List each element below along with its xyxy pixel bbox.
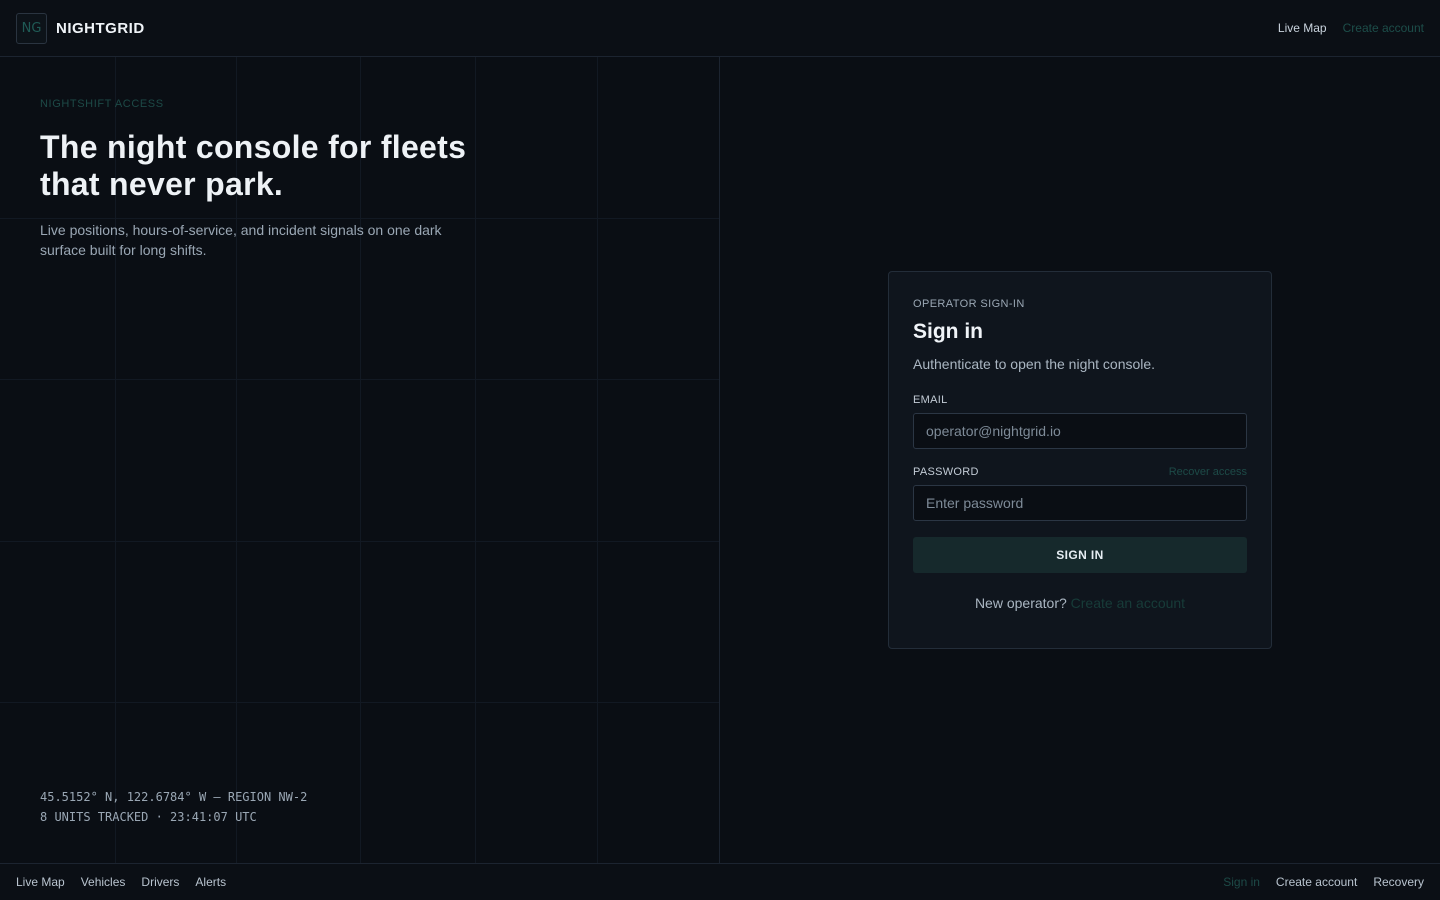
signin-title: Sign in [913,320,983,343]
top-bar: NG NIGHTGRID Live Map Create account [0,0,1440,57]
footer-bar: Live Map Vehicles Drivers Alerts Sign in… [0,863,1440,900]
password-group: PASSWORD Recover access [913,466,1247,521]
brand-name: NIGHTGRID [56,19,145,37]
password-input[interactable] [913,485,1247,521]
create-account-link[interactable]: Create an account [1071,595,1185,611]
email-group: EMAIL [913,394,1247,449]
password-label: PASSWORD [913,466,979,478]
signin-subtitle: Authenticate to open the night console. [913,356,1156,372]
email-input[interactable] [913,413,1247,449]
footer-recovery-link[interactable]: Recovery [1373,875,1424,889]
coordinates-line: 45.5152° N, 122.6784° W — REGION NW-2 [40,790,308,804]
coordinates-readout: 45.5152° N, 122.6784° W — REGION NW-2 8 … [40,787,307,827]
recover-access-link[interactable]: Recover access [1169,466,1247,478]
email-label: EMAIL [913,394,948,406]
signin-panel: OPERATOR SIGN-IN Sign in Authenticate to… [720,57,1440,864]
nav-live-map-link[interactable]: Live Map [1278,21,1327,35]
signin-footer: New operator? Create an account [913,595,1247,611]
footer-nav-right: Sign in Create account Recovery [1223,875,1424,889]
footer-drivers-link[interactable]: Drivers [141,875,179,889]
footer-signin-link[interactable]: Sign in [1223,875,1260,889]
signin-card: OPERATOR SIGN-IN Sign in Authenticate to… [888,271,1272,649]
footer-nav-left: Live Map Vehicles Drivers Alerts [16,875,226,889]
nav-create-account-link[interactable]: Create account [1343,21,1424,35]
signin-eyebrow: OPERATOR SIGN-IN [913,298,1025,310]
units-tracked-line: 8 UNITS TRACKED · 23:41:07 UTC [40,810,257,824]
new-operator-text: New operator? [974,595,1067,611]
password-label-row: PASSWORD Recover access [913,466,1247,478]
footer-alerts-link[interactable]: Alerts [195,875,226,889]
hero-title: The night console for fleets that never … [40,129,467,202]
logo-icon: NG [16,12,47,44]
footer-create-account-link[interactable]: Create account [1276,875,1357,889]
footer-live-map-link[interactable]: Live Map [16,875,65,889]
hero-subtitle: Live positions, hours-of-service, and in… [40,222,442,258]
signin-button[interactable]: SIGN IN [913,537,1247,573]
hero-panel: NIGHTSHIFT ACCESS The night console for … [0,57,720,864]
hero-eyebrow: NIGHTSHIFT ACCESS [40,98,164,110]
top-nav: Live Map Create account [1278,21,1424,35]
footer-vehicles-link[interactable]: Vehicles [81,875,126,889]
brand[interactable]: NG NIGHTGRID [16,12,145,44]
